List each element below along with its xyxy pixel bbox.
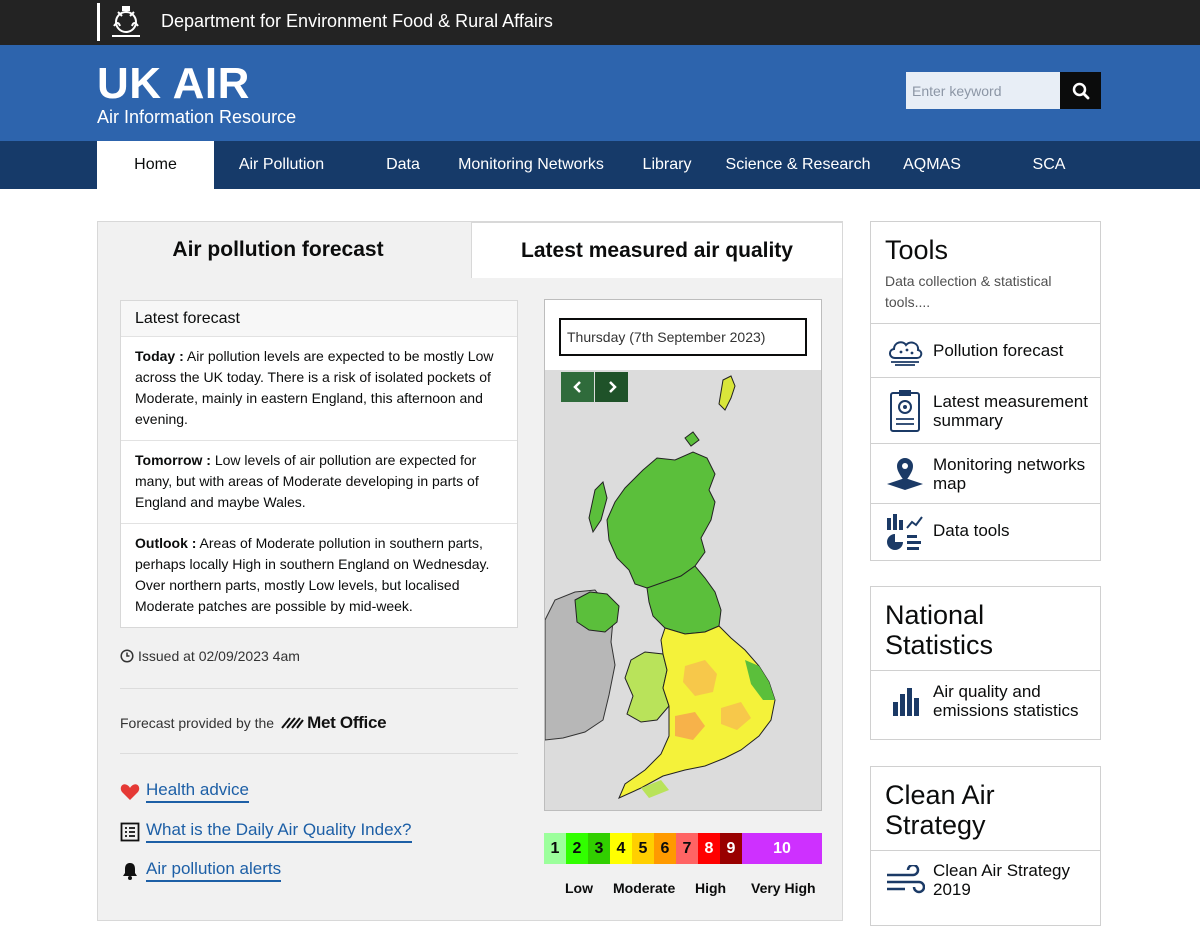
legend-label-low: Low <box>565 880 593 896</box>
clean-air-strategy-2019-link[interactable]: Clean Air Strategy 2019 <box>871 850 1100 910</box>
legend-band-1: 1 <box>544 833 566 864</box>
tool-data-tools[interactable]: Data tools <box>871 503 1100 557</box>
nav-item-sca[interactable]: SCA <box>1020 141 1078 189</box>
clean-air-strategy-card: Clean Air Strategy Clean Air Strategy 20… <box>870 766 1101 926</box>
provided-by-text: Forecast provided by the <box>120 715 275 731</box>
legend-band-2: 2 <box>566 833 588 864</box>
issued-time: Issued at 02/09/2023 4am <box>120 648 300 664</box>
search-icon <box>1072 82 1089 99</box>
clipboard-icon <box>885 389 925 432</box>
site-subtitle: Air Information Resource <box>97 107 297 127</box>
tool-latest-measurement-label: Latest measurement summary <box>933 391 1088 430</box>
legend-band-8: 8 <box>698 833 720 864</box>
legend-band-9: 9 <box>720 833 742 864</box>
site-header: UK AIR Air Information Resource <box>0 45 1200 141</box>
met-office-logo-icon <box>281 717 304 729</box>
bell-icon <box>123 862 137 880</box>
legend-label-high: High <box>695 880 727 896</box>
forecast-today-text: Air pollution levels are expected to be … <box>135 348 494 427</box>
legend-label-very-high: Very High <box>751 880 816 896</box>
forecast-date-select[interactable]: Thursday (7th September 2023) <box>559 318 807 356</box>
forecast-map[interactable] <box>545 370 821 810</box>
legend-band-6: 6 <box>654 833 676 864</box>
health-advice-link[interactable]: Health advice <box>120 780 250 803</box>
tools-description: Data collection & statistical tools.... <box>885 273 1052 310</box>
tab-latest-measured[interactable]: Latest measured air quality <box>471 222 843 278</box>
search-input[interactable] <box>906 72 1060 109</box>
list-document-icon <box>120 822 140 841</box>
forecast-tomorrow: Tomorrow : Low levels of air pollution a… <box>121 441 517 524</box>
charts-icon <box>885 511 925 551</box>
divider <box>120 753 518 754</box>
crest-icon <box>112 6 140 37</box>
government-bar: Department for Environment Food & Rural … <box>0 0 1200 45</box>
forecast-today-label: Today : <box>135 348 184 364</box>
forecast-outlook-label: Outlook : <box>135 535 197 551</box>
health-advice-label[interactable]: Health advice <box>146 780 250 803</box>
legend-band-3: 3 <box>588 833 610 864</box>
nav-item-home[interactable]: Home <box>97 141 214 189</box>
met-office-logo[interactable]: Met Office <box>280 713 387 733</box>
forecast-tomorrow-label: Tomorrow : <box>135 452 211 468</box>
forecast-map-box: Thursday (7th September 2023) <box>544 299 822 811</box>
royal-crest-logo[interactable] <box>97 3 149 41</box>
legend-band-10: 10 <box>742 833 822 864</box>
nav-item-monitoring-networks[interactable]: Monitoring Networks <box>448 141 614 189</box>
nav-item-aqmas[interactable]: AQMAS <box>895 141 969 189</box>
divider <box>120 688 518 689</box>
tools-title: Tools <box>885 235 949 265</box>
legend-band-4: 4 <box>610 833 632 864</box>
bar-chart-icon <box>885 681 925 721</box>
clean-air-strategy-2019-label: Clean Air Strategy 2019 <box>933 861 1071 899</box>
air-quality-statistics-link[interactable]: Air quality and emissions statistics <box>871 670 1100 730</box>
wind-icon <box>885 861 925 901</box>
issued-text: Issued at 02/09/2023 4am <box>138 648 300 664</box>
legend-band-7: 7 <box>676 833 698 864</box>
nav-item-science-research[interactable]: Science & Research <box>720 141 876 189</box>
tools-card: Tools Data collection & statistical tool… <box>870 221 1101 561</box>
latest-forecast-heading: Latest forecast <box>121 301 517 337</box>
nav-item-library[interactable]: Library <box>630 141 704 189</box>
site-title[interactable]: UK AIR <box>97 59 250 109</box>
nav-item-air-pollution[interactable]: Air Pollution <box>224 141 339 189</box>
alerts-link[interactable]: Air pollution alerts <box>120 859 282 882</box>
uk-map-graphic <box>545 375 776 799</box>
forecast-today: Today : Air pollution levels are expecte… <box>121 337 517 441</box>
legend-label-moderate: Moderate <box>613 880 676 896</box>
legend-band-5: 5 <box>632 833 654 864</box>
nav-item-data[interactable]: Data <box>370 141 436 189</box>
tool-monitoring-networks-label: Monitoring networks map <box>933 454 1086 493</box>
heart-icon <box>120 783 140 800</box>
met-office-logo-text: Met Office <box>307 713 387 732</box>
tool-data-tools-label: Data tools <box>933 521 1010 540</box>
forecast-outlook: Outlook : Areas of Moderate pollution in… <box>121 524 517 627</box>
map-pin-icon <box>885 454 925 494</box>
daqi-link[interactable]: What is the Daily Air Quality Index? <box>120 820 412 843</box>
tool-pollution-forecast-label: Pollution forecast <box>933 341 1064 360</box>
tool-latest-measurement-summary[interactable]: Latest measurement summary <box>871 377 1100 443</box>
department-name[interactable]: Department for Environment Food & Rural … <box>161 11 553 32</box>
air-quality-statistics-label: Air quality and emissions statistics <box>933 681 1079 720</box>
cloud-icon <box>885 331 925 371</box>
national-statistics-card: National Statistics Air quality and emis… <box>870 586 1101 740</box>
tab-latest-measured-label: Latest measured air quality <box>521 239 793 262</box>
daqi-label[interactable]: What is the Daily Air Quality Index? <box>146 820 412 843</box>
daqi-legend: 1 2 3 4 5 6 7 8 9 10 <box>544 833 822 864</box>
alerts-label[interactable]: Air pollution alerts <box>146 859 282 882</box>
search-button[interactable] <box>1060 72 1101 109</box>
tool-monitoring-networks-map[interactable]: Monitoring networks map <box>871 443 1100 503</box>
forecast-panel: Air pollution forecast Latest measured a… <box>97 221 843 921</box>
clock-icon <box>120 649 134 663</box>
clean-air-strategy-title: Clean Air Strategy <box>885 780 995 840</box>
national-statistics-title: National Statistics <box>885 600 994 660</box>
tab-air-pollution-forecast[interactable]: Air pollution forecast <box>98 222 458 278</box>
tool-pollution-forecast[interactable]: Pollution forecast <box>871 323 1100 377</box>
forecast-provider: Forecast provided by the Met Office <box>120 713 387 733</box>
latest-forecast-box: Latest forecast Today : Air pollution le… <box>120 300 518 628</box>
main-nav: Home Air Pollution Data Monitoring Netwo… <box>0 141 1200 189</box>
